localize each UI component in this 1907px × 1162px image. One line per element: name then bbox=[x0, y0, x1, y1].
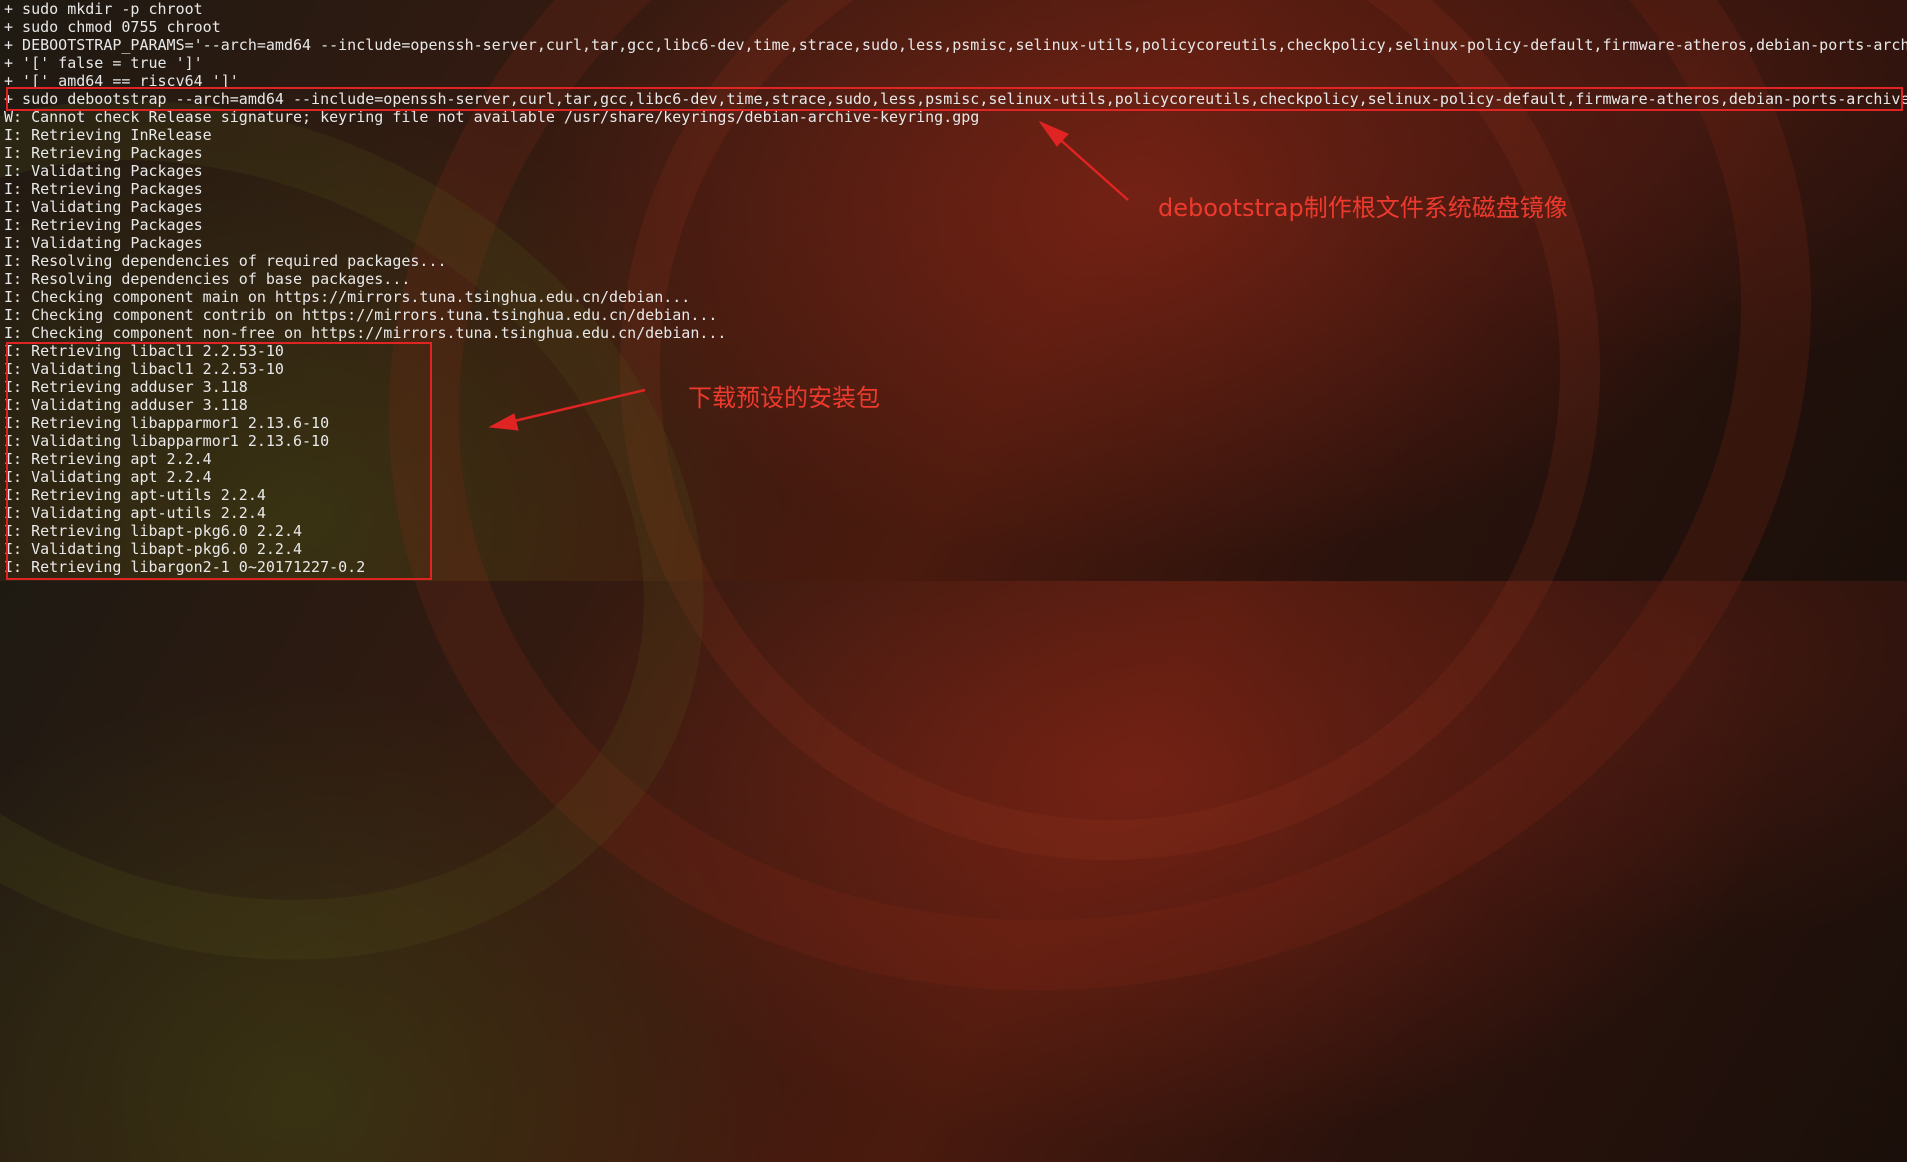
arrow-to-packages bbox=[488, 388, 646, 431]
download-annotation: 下载预设的安装包 bbox=[688, 384, 880, 412]
arrow-to-debootstrap bbox=[1038, 120, 1129, 201]
annotation-arrows bbox=[488, 120, 1129, 431]
debootstrap-annotation: debootstrap制作根文件系统磁盘镜像 bbox=[1158, 194, 1568, 222]
